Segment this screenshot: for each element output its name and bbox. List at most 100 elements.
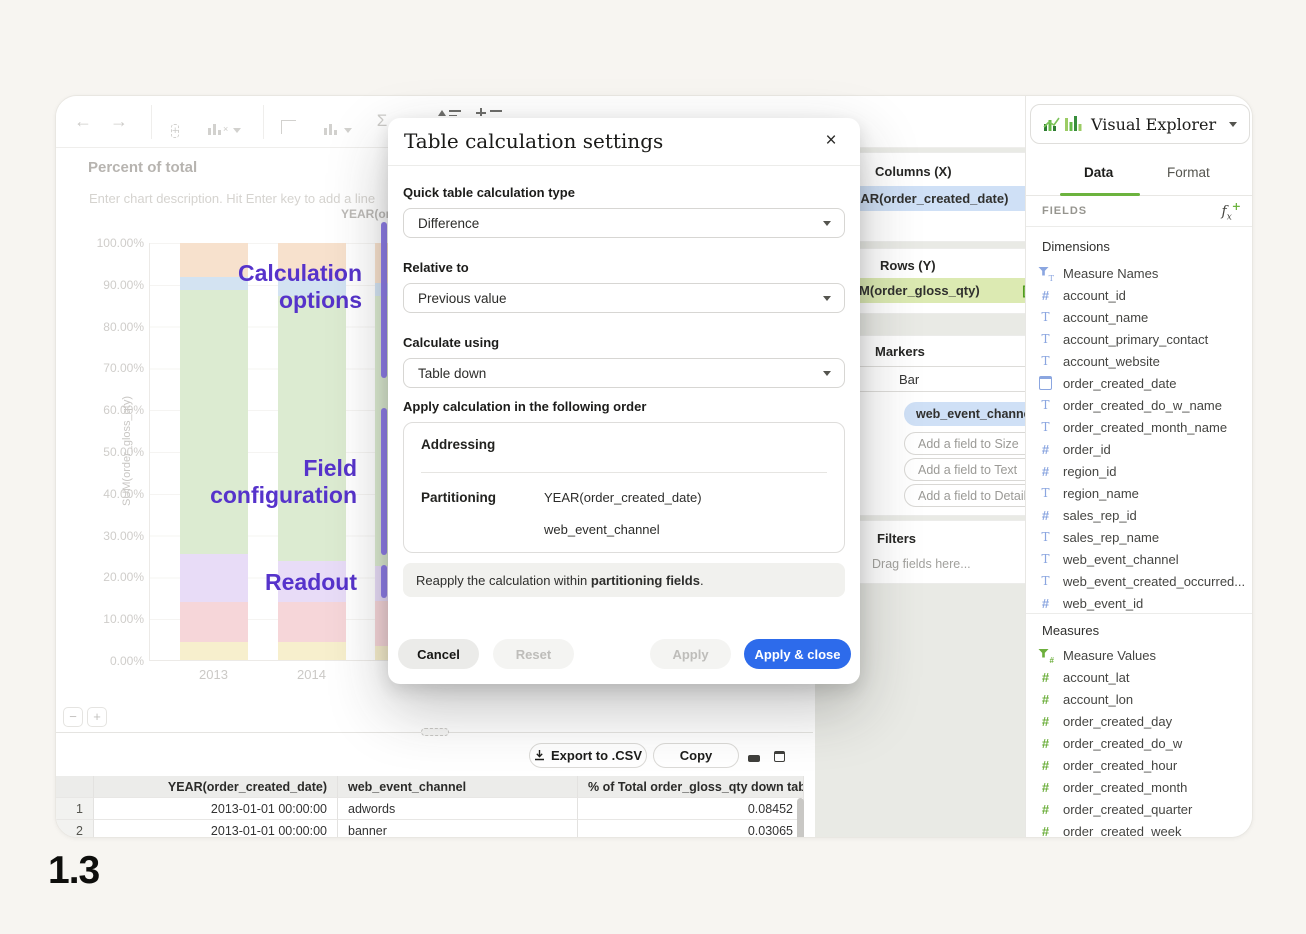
copy-button[interactable]: Copy <box>653 743 739 768</box>
reset-button[interactable]: Reset <box>493 639 574 669</box>
results-table: YEAR(order_created_date) web_event_chann… <box>56 776 804 838</box>
dimension-field-item[interactable]: account_name <box>1038 306 1244 328</box>
dimension-field-item[interactable]: web_event_id <box>1038 592 1244 612</box>
close-icon[interactable]: × <box>820 130 842 152</box>
dropdown-select[interactable]: Previous value <box>403 283 845 313</box>
maximize-panel-icon[interactable] <box>774 749 785 767</box>
column-header[interactable]: YEAR(order_created_date) <box>94 776 338 798</box>
zoom-out-button[interactable]: − <box>63 707 83 727</box>
bar-segment[interactable] <box>180 642 248 661</box>
field-type-icon <box>1038 802 1053 817</box>
bar-segment[interactable] <box>180 290 248 554</box>
chart-description-placeholder[interactable]: Enter chart description. Hit Enter key t… <box>89 191 375 206</box>
list-divider <box>1026 613 1253 614</box>
panel-drag-handle[interactable] <box>421 728 449 736</box>
tab-format[interactable]: Format <box>1167 165 1210 180</box>
annotation-readout: Readout <box>265 569 357 596</box>
filters-placeholder[interactable]: Drag fields here... <box>872 557 971 571</box>
note-bold: partitioning fields <box>591 573 700 588</box>
bar-size-icon[interactable] <box>323 116 352 142</box>
add-filter-icon[interactable] <box>476 107 502 116</box>
modal-title: Table calculation settings <box>404 129 663 153</box>
modal-form: Quick table calculation type Difference … <box>403 185 845 388</box>
bar-segment[interactable] <box>180 602 248 642</box>
apply-close-button[interactable]: Apply & close <box>744 639 851 669</box>
measure-field-item[interactable]: account_lat <box>1038 666 1244 688</box>
partitioning-box: Addressing Partitioning YEAR(order_creat… <box>403 422 845 553</box>
back-icon[interactable]: ← <box>73 108 93 134</box>
dimension-field-item[interactable]: account_primary_contact <box>1038 328 1244 350</box>
bar-segment[interactable] <box>278 296 346 561</box>
field-type-icon <box>1038 824 1053 839</box>
table-scrollbar[interactable] <box>797 798 804 838</box>
measure-field-item[interactable]: Measure Values <box>1038 644 1244 666</box>
dimensions-list: Measure Names account_id account_name <box>1038 262 1244 612</box>
bar-segment[interactable] <box>278 642 346 661</box>
bar-segment[interactable] <box>180 554 248 602</box>
field-type-icon <box>1038 692 1053 707</box>
dimension-field-item[interactable]: order_created_do_w_name <box>1038 394 1244 416</box>
apply-button[interactable]: Apply <box>650 639 731 669</box>
field-type-icon <box>1038 442 1053 457</box>
y-tick-label: 90.00% <box>71 279 144 291</box>
add-chart-icon[interactable]: + <box>171 115 179 141</box>
field-type-icon <box>1038 596 1053 611</box>
measure-field-item[interactable]: order_created_week <box>1038 820 1244 838</box>
field-type-icon <box>1038 736 1053 751</box>
dimension-field-item[interactable]: region_id <box>1038 460 1244 482</box>
measure-field-item[interactable]: order_created_month <box>1038 776 1244 798</box>
dimension-field-item[interactable]: order_id <box>1038 438 1244 460</box>
dimension-field-item[interactable]: order_created_date <box>1038 372 1244 394</box>
partitioning-label: Partitioning <box>421 490 496 505</box>
measure-field-item[interactable]: order_created_day <box>1038 710 1244 732</box>
zoom-in-button[interactable]: + <box>87 707 107 727</box>
dimension-field-item[interactable]: account_id <box>1038 284 1244 306</box>
transpose-icon[interactable] <box>281 115 296 141</box>
field-type-icon <box>1038 376 1053 391</box>
table-row[interactable]: 1 2013-01-01 00:00:00 adwords 0.08452 <box>56 798 804 820</box>
measure-field-item[interactable]: account_lon <box>1038 688 1244 710</box>
measure-field-item[interactable]: order_created_hour <box>1038 754 1244 776</box>
rows-y-header: Rows (Y) <box>880 258 936 273</box>
partition-divider <box>421 472 827 473</box>
markers-header: Markers <box>875 344 925 359</box>
table-row[interactable]: 2 2013-01-01 00:00:00 banner 0.03065 <box>56 820 804 838</box>
explorer-mode-selector[interactable]: Visual Explorer <box>1030 104 1250 144</box>
measure-field-item[interactable]: order_created_quarter <box>1038 798 1244 820</box>
tab-data[interactable]: Data <box>1084 165 1113 180</box>
y-tick-label: 70.00% <box>71 362 144 374</box>
dimension-field-item[interactable]: Measure Names <box>1038 262 1244 284</box>
forward-icon[interactable]: → <box>109 108 129 134</box>
bar-segment[interactable] <box>278 602 346 642</box>
remove-chart-icon[interactable]: × <box>207 116 241 142</box>
dropdown-select[interactable]: Table down <box>403 358 845 388</box>
chart-title[interactable]: Percent of total <box>88 159 197 176</box>
y-axis-ticks: 100.00%90.00%80.00%70.00%60.00%50.00%40.… <box>71 237 144 667</box>
partitioning-value[interactable]: YEAR(order_created_date) <box>544 490 702 505</box>
columns-x-header: Columns (X) <box>875 164 952 179</box>
field-label: Quick table calculation type <box>403 185 845 200</box>
partitioning-value[interactable]: web_event_channel <box>544 522 660 537</box>
x-tick-2014: 2014 <box>297 667 326 682</box>
minimize-panel-icon[interactable] <box>748 749 760 767</box>
reapply-note: Reapply the calculation within partition… <box>403 563 845 597</box>
row-number-header <box>56 776 94 798</box>
dimension-field-item[interactable]: sales_rep_name <box>1038 526 1244 548</box>
dimension-field-item[interactable]: region_name <box>1038 482 1244 504</box>
dimension-field-item[interactable]: web_event_channel <box>1038 548 1244 570</box>
dimension-field-item[interactable]: account_website <box>1038 350 1244 372</box>
column-header[interactable]: % of Total order_gloss_qty down table <box>578 776 804 798</box>
dimension-field-item[interactable]: web_event_created_occurred... <box>1038 570 1244 592</box>
measure-field-item[interactable]: order_created_do_w <box>1038 732 1244 754</box>
export-csv-button[interactable]: Export to .CSV <box>529 743 647 768</box>
dimension-field-item[interactable]: order_created_month_name <box>1038 416 1244 438</box>
fields-label: FIELDS <box>1042 205 1087 217</box>
dimension-field-item[interactable]: sales_rep_id <box>1038 504 1244 526</box>
column-header[interactable]: web_event_channel <box>338 776 578 798</box>
dropdown-select[interactable]: Difference <box>403 208 845 238</box>
sort-icon[interactable] <box>438 107 464 116</box>
y-tick-label: 40.00% <box>71 488 144 500</box>
cancel-button[interactable]: Cancel <box>398 639 479 669</box>
add-formula-icon[interactable]: fx+ <box>1222 200 1241 222</box>
form-field: Calculate using Table down <box>403 335 845 388</box>
